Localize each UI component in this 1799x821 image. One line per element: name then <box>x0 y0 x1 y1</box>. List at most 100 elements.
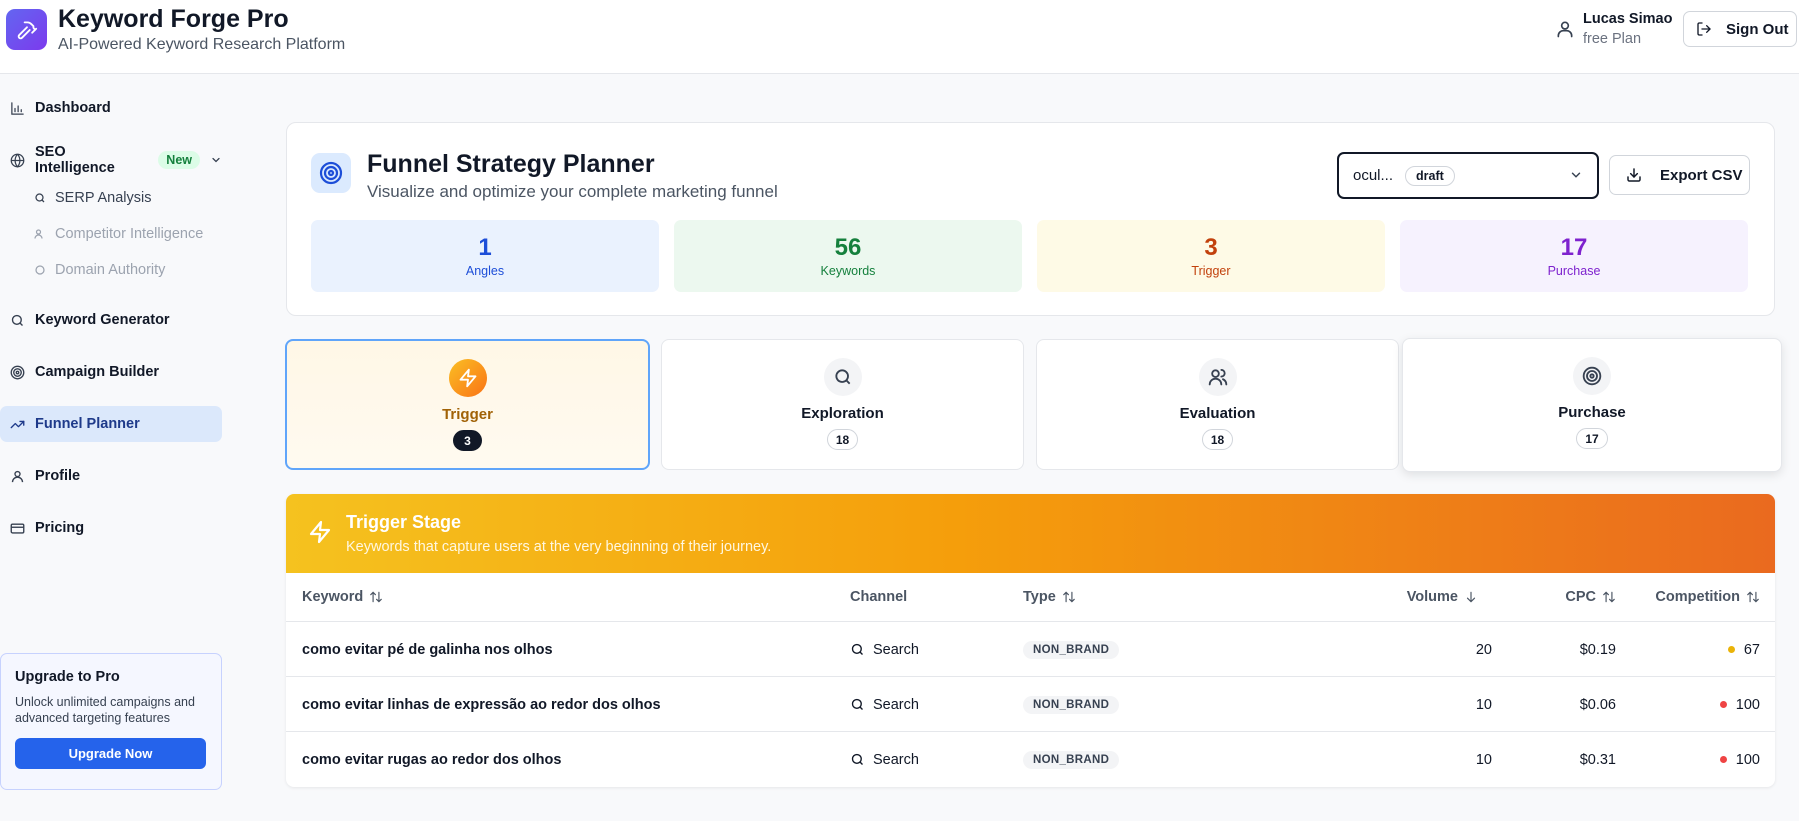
users-icon <box>34 229 43 239</box>
competition-value: 100 <box>1735 751 1760 768</box>
log-out-icon <box>1697 22 1711 36</box>
user-icon <box>11 470 24 482</box>
keyword-cell: como evitar linhas de expressão ao redor… <box>302 696 661 713</box>
stage-banner: Trigger Stage Keywords that capture user… <box>286 494 1775 573</box>
sidebar-item-profile[interactable]: Profile <box>0 458 222 494</box>
sidebar-subitem-serp-analysis[interactable]: SERP Analysis <box>34 187 151 209</box>
column-label: Competition <box>1655 589 1740 605</box>
trending-up-icon <box>10 420 25 428</box>
sidebar-item-seo-intelligence[interactable]: SEO Intelligence New <box>0 142 222 178</box>
column-header-channel[interactable]: Channel <box>850 589 907 605</box>
channel-cell: Search <box>850 677 919 732</box>
channel-label: Search <box>873 641 919 658</box>
sign-out-button[interactable]: Sign Out <box>1683 11 1797 47</box>
column-label: Keyword <box>302 589 364 605</box>
sort-desc-icon <box>1466 591 1476 603</box>
sidebar-item-label: Dashboard <box>35 100 111 116</box>
stat-label: Keywords <box>820 264 876 278</box>
keyword-cell: como evitar pé de galinha nos olhos <box>302 641 553 658</box>
type-badge: NON_BRAND <box>1023 750 1120 769</box>
bar-chart-icon <box>11 101 24 115</box>
sidebar-item-dashboard[interactable]: Dashboard <box>0 90 222 126</box>
stage-tab-purchase[interactable]: Purchase 17 <box>1402 338 1782 472</box>
stat-value: 17 <box>1560 234 1588 261</box>
logo-icon[interactable] <box>6 9 47 50</box>
export-csv-button[interactable]: Export CSV <box>1609 155 1750 195</box>
page-subtitle: Visualize and optimize your complete mar… <box>367 182 778 201</box>
search-icon <box>35 193 45 203</box>
stage-keywords-panel: Trigger Stage Keywords that capture user… <box>286 494 1775 787</box>
sidebar: Dashboard SEO Intelligence New SERP Anal… <box>0 74 222 821</box>
sidebar-item-label: Keyword Generator <box>35 312 170 328</box>
stage-tab-evaluation[interactable]: Evaluation 18 <box>1036 339 1399 470</box>
sidebar-subitem-label: SERP Analysis <box>55 190 152 206</box>
app-header: Keyword Forge Pro AI-Powered Keyword Res… <box>0 0 1799 74</box>
competition-dot <box>1727 646 1735 653</box>
keyword-cell: como evitar rugas ao redor dos olhos <box>302 751 562 768</box>
competition-value: 67 <box>1743 641 1760 658</box>
export-label: Export CSV <box>1660 166 1743 184</box>
sidebar-item-label: Profile <box>35 468 81 484</box>
chevron-down-icon <box>1571 172 1581 178</box>
column-header-competition[interactable]: Competition <box>1586 589 1760 605</box>
sidebar-item-keyword-generator[interactable]: Keyword Generator <box>0 302 222 338</box>
sidebar-item-campaign-builder[interactable]: Campaign Builder <box>0 354 222 390</box>
stage-name: Purchase <box>1558 404 1626 421</box>
users-icon <box>1198 358 1237 396</box>
stage-tab-trigger[interactable]: Trigger 3 <box>285 339 650 470</box>
target-icon <box>10 365 25 379</box>
channel-label: Search <box>873 696 919 713</box>
stat-label: Purchase <box>1547 264 1601 278</box>
app-subtitle: AI-Powered Keyword Research Platform <box>58 36 346 53</box>
volume-cell: 10 <box>1475 751 1492 768</box>
volume-cell: 10 <box>1475 696 1492 713</box>
table-row[interactable]: como evitar rugas ao redor dos olhos Sea… <box>286 732 1775 787</box>
chevron-down-icon[interactable] <box>210 154 222 166</box>
user-plan: free Plan <box>1583 31 1642 47</box>
stage-count: 3 <box>453 430 482 451</box>
sidebar-item-label: Campaign Builder <box>35 364 160 380</box>
sidebar-item-label: Pricing <box>35 520 85 536</box>
stage-name: Exploration <box>801 405 884 422</box>
competition-dot <box>1719 701 1727 708</box>
table-row[interactable]: como evitar linhas de expressão ao redor… <box>286 677 1775 732</box>
sidebar-subitem-domain-authority[interactable]: Domain Authority <box>34 259 165 281</box>
page-title: Funnel Strategy Planner <box>367 150 655 178</box>
search-icon <box>851 753 863 765</box>
column-header-keyword[interactable]: Keyword <box>302 589 383 605</box>
type-cell: NON_BRAND <box>1023 622 1120 677</box>
competition-cell: 100 <box>1646 677 1760 732</box>
target-icon <box>311 153 351 193</box>
stat-keywords: 56 Keywords <box>674 220 1022 292</box>
cpc-cell: $0.19 <box>1579 641 1616 658</box>
cpc-cell: $0.06 <box>1579 696 1616 713</box>
table-row[interactable]: como evitar pé de galinha nos olhos Sear… <box>286 622 1775 677</box>
stat-label: Angles <box>465 264 505 278</box>
search-icon <box>823 358 862 396</box>
sidebar-subitem-competitor-intelligence[interactable]: Competitor Intelligence <box>34 223 203 245</box>
search-icon <box>851 643 863 655</box>
campaign-select-value: ocul... <box>1353 167 1394 184</box>
stage-name: Trigger <box>442 406 493 423</box>
column-label: Volume <box>1406 589 1458 605</box>
column-header-type[interactable]: Type <box>1023 589 1076 605</box>
competition-value: 100 <box>1735 696 1760 713</box>
upgrade-now-button[interactable]: Upgrade Now <box>15 738 206 769</box>
upgrade-text: Unlock unlimited campaigns and advanced … <box>15 695 195 725</box>
type-badge: NON_BRAND <box>1023 640 1120 659</box>
column-label: Type <box>1023 589 1056 605</box>
type-cell: NON_BRAND <box>1023 732 1120 787</box>
globe-icon <box>10 153 25 168</box>
stat-purchase: 17 Purchase <box>1400 220 1748 292</box>
sidebar-item-funnel-planner[interactable]: Funnel Planner <box>0 406 222 442</box>
stat-label: Trigger <box>1191 264 1231 278</box>
upgrade-title: Upgrade to Pro <box>15 669 120 685</box>
status-badge: draft <box>1405 165 1455 186</box>
sidebar-item-pricing[interactable]: Pricing <box>0 510 222 546</box>
stage-tab-exploration[interactable]: Exploration 18 <box>661 339 1024 470</box>
stage-description: Keywords that capture users at the very … <box>346 539 772 555</box>
column-header-volume[interactable]: Volume <box>1322 589 1478 605</box>
campaign-select[interactable]: ocul... draft <box>1337 152 1599 199</box>
zap-icon <box>309 520 331 544</box>
stat-value: 56 <box>834 234 862 261</box>
